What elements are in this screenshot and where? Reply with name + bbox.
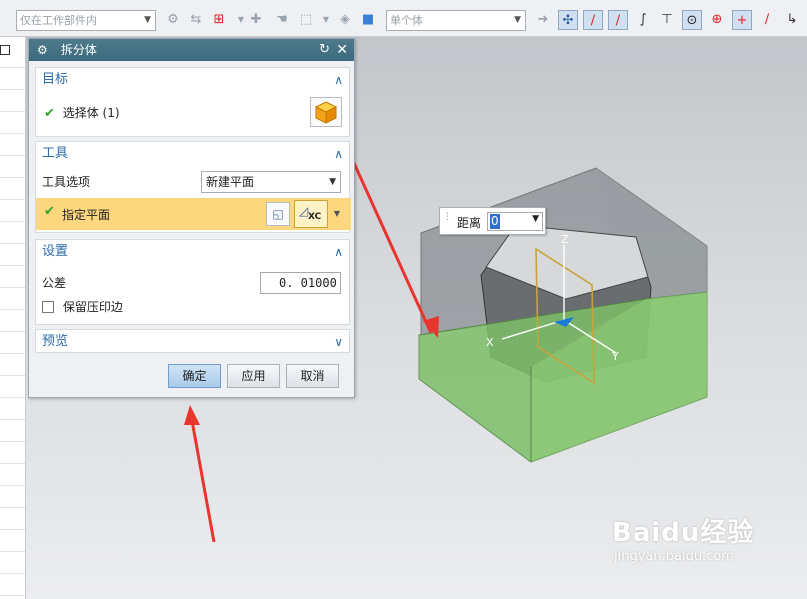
chevron-up-icon[interactable]: ∧ (334, 68, 343, 92)
keep-imprint-row[interactable]: 保留压印边 (42, 295, 123, 319)
curve-point-icon[interactable]: ∫ (633, 10, 653, 30)
hand-icon[interactable]: ☚ (272, 10, 292, 30)
chevron-down-icon: ▼ (144, 15, 151, 25)
keep-imprint-checkbox[interactable] (42, 301, 54, 313)
tolerance-input[interactable]: 0. 01000 (260, 272, 341, 294)
center-point-icon[interactable]: ⊙ (682, 10, 702, 30)
snap-all-icon[interactable]: ✣ (558, 10, 578, 30)
ok-button[interactable]: 确定 (168, 364, 221, 388)
section-target: 目标 ∧ ✔ 选择体 (1) (35, 67, 350, 137)
point-snap-icon[interactable]: ✚ (246, 10, 266, 30)
select-body-row[interactable]: ✔ 选择体 (1) (44, 101, 120, 125)
move-icon[interactable]: ⇆ (186, 10, 206, 30)
distance-field[interactable]: 0 ▼ (487, 212, 543, 231)
selection-scope-value: 仅在工作部件内 (20, 14, 97, 27)
tangent-icon[interactable]: ⊤ (657, 10, 677, 30)
select-body-button[interactable] (310, 97, 342, 127)
rect-select-icon[interactable]: ⬚ (296, 10, 316, 30)
tool-option-label: 工具选项 (42, 175, 91, 189)
check-icon: ✔ (44, 106, 55, 121)
navigator-icon[interactable] (0, 45, 10, 55)
inferred-plane-button[interactable]: ◿ XC (294, 200, 328, 228)
arrow-right-icon[interactable]: ➜ (533, 10, 553, 30)
body-rule-value: 单个体 (390, 14, 423, 27)
chevron-down-icon: ▼ (333, 209, 341, 218)
section-preview-header[interactable]: 预览 ∨ (36, 330, 349, 354)
plane-type-dropdown[interactable]: ▼ (330, 200, 344, 228)
snap-icon[interactable]: ⚙ (163, 10, 183, 30)
distance-label: 距离 (457, 216, 482, 230)
chevron-down-icon: ▼ (514, 15, 521, 25)
dialog-title-bar[interactable]: ⚙ 拆分体 ↻ ✕ (29, 39, 354, 61)
chevron-up-icon[interactable]: ∧ (334, 240, 343, 264)
midpoint-icon[interactable]: ∕ (608, 10, 628, 30)
section-tool: 工具 ∧ 工具选项 新建平面 ▼ ✔ 指定平面 ◱ ◿ XC ▼ (35, 141, 351, 233)
tool-option-value: 新建平面 (206, 175, 255, 189)
cancel-button[interactable]: 取消 (286, 364, 339, 388)
split-body-dialog: ⚙ 拆分体 ↻ ✕ 目标 ∧ ✔ 选择体 (1) 工具 ∧ 工具选项 新建平面 … (28, 38, 355, 398)
body-rule-dropdown[interactable]: 单个体 ▼ (386, 10, 526, 31)
tolerance-value: 0. 01000 (279, 276, 337, 290)
section-preview: 预览 ∨ (35, 329, 350, 353)
specify-plane-label: 指定平面 (62, 208, 111, 222)
check-icon: ✔ (44, 204, 55, 219)
selection-scope-dropdown[interactable]: 仅在工作部件内 ▼ (16, 10, 156, 31)
point-on-curve-icon[interactable]: ∕ (757, 10, 777, 30)
chevron-down-icon[interactable]: ▼ (532, 214, 539, 224)
resource-bar (0, 37, 26, 599)
axis-x-label: X (486, 336, 494, 349)
plane-icon: ◿ (299, 204, 309, 218)
distance-handle-input: ⋮ 距离 0 ▼ (439, 207, 546, 235)
reset-icon[interactable]: ↻ (319, 39, 330, 61)
grip-icon[interactable]: ⋮ (443, 212, 452, 222)
navigator-grid (0, 67, 25, 597)
gear-icon: ⚙ (37, 43, 48, 57)
chevron-up-icon[interactable]: ∧ (334, 142, 343, 166)
section-target-header[interactable]: 目标 ∧ (36, 68, 349, 92)
watermark-url: jingyan.baidu.com (614, 549, 734, 564)
section-tool-title: 工具 (42, 146, 69, 161)
plane-dialog-button[interactable]: ◱ (266, 202, 290, 226)
watermark: Baidu经验 jingyan.baidu.com (612, 512, 754, 564)
distance-value: 0 (490, 214, 500, 229)
section-settings-title: 设置 (42, 244, 69, 259)
top-toolbar: 仅在工作部件内 ▼ ⚙ ⇆ ⊞ ▼ ✚ ☚ ⬚ ▼ ◈ ■ 单个体 ▼ ➜ ✣ … (0, 0, 807, 37)
more-icon[interactable]: ↳ (782, 10, 802, 30)
intersection-icon[interactable]: + (732, 10, 752, 30)
chevron-down-icon: ▼ (329, 177, 336, 187)
select-body-label: 选择体 (1) (62, 106, 120, 120)
annotation-arrow (189, 414, 216, 543)
axis-z-label: Z (561, 233, 569, 246)
shaded-icon[interactable]: ◈ (335, 10, 355, 30)
cube-icon (314, 101, 338, 124)
tolerance-label: 公差 (42, 276, 67, 290)
section-settings-header[interactable]: 设置 ∧ (36, 240, 349, 264)
close-icon[interactable]: ✕ (336, 39, 348, 61)
tool-option-dropdown[interactable]: 新建平面 ▼ (201, 171, 341, 193)
section-settings: 设置 ∧ 公差 0. 01000 保留压印边 (35, 239, 350, 325)
body-cube-icon[interactable]: ■ (358, 10, 378, 30)
quadrant-icon[interactable]: ⊕ (707, 10, 727, 30)
section-tool-header[interactable]: 工具 ∧ (36, 142, 349, 166)
specify-plane-row[interactable]: ✔ 指定平面 ◱ ◿ XC ▼ (36, 198, 351, 230)
section-target-title: 目标 (42, 72, 69, 87)
axis-y-label: Y (611, 350, 619, 363)
plane-dialog-icon: ◱ (272, 207, 284, 221)
chevron-down-icon[interactable]: ▼ (316, 10, 336, 30)
keep-imprint-label: 保留压印边 (62, 300, 123, 314)
select-feature-icon[interactable]: ⊞ (209, 10, 229, 30)
watermark-brand: Baidu经验 (612, 518, 755, 548)
dialog-title: 拆分体 (60, 43, 97, 57)
section-preview-title: 预览 (42, 334, 69, 349)
plane-button-label: XC (308, 212, 322, 222)
endpoint-icon[interactable]: ∕ (583, 10, 603, 30)
annotation-arrowhead (184, 405, 200, 425)
chevron-down-icon[interactable]: ∨ (334, 330, 343, 354)
apply-button[interactable]: 应用 (227, 364, 280, 388)
